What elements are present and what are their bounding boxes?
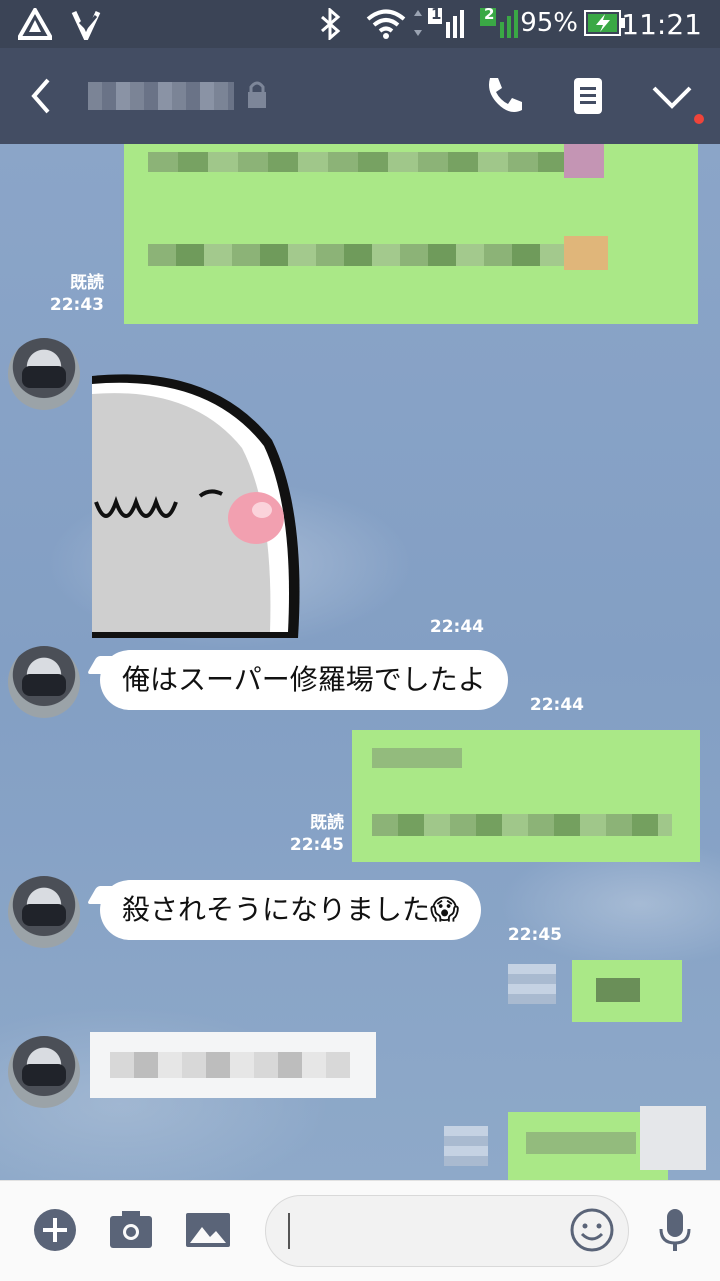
read-label: 既読	[310, 813, 344, 833]
battery-percent: 95%	[520, 8, 578, 38]
avatar[interactable]	[8, 876, 80, 948]
read-receipt: 既読 22:45	[280, 812, 344, 856]
incoming-message-pixelated[interactable]	[90, 1032, 376, 1098]
clock: 11:21	[621, 8, 702, 41]
wifi-icon	[366, 9, 406, 39]
message-input-bar	[0, 1180, 720, 1281]
alert-triangle-icon	[18, 8, 52, 40]
bluetooth-icon	[321, 8, 341, 40]
microphone-icon[interactable]	[652, 1207, 698, 1253]
sim2-label: 2	[484, 5, 495, 23]
back-chevron-icon[interactable]	[20, 68, 64, 124]
avatar[interactable]	[8, 646, 80, 718]
avatar[interactable]	[8, 1036, 80, 1108]
plus-icon[interactable]	[32, 1207, 78, 1253]
battery-charging-icon	[584, 10, 625, 36]
camera-icon[interactable]	[108, 1207, 154, 1253]
read-receipt: 既読 22:43	[40, 272, 104, 316]
incoming-message[interactable]: 俺はスーパー修羅場でしたよ	[100, 650, 508, 710]
text-cursor	[288, 1213, 290, 1249]
image-icon[interactable]	[184, 1207, 232, 1253]
message-time: 22:43	[49, 295, 104, 315]
outgoing-message-pixelated[interactable]	[124, 144, 698, 324]
sim1-label: 1	[431, 5, 442, 23]
message-time: 22:45	[289, 835, 344, 855]
phone-icon[interactable]	[480, 72, 528, 120]
message-time: 22:44	[529, 695, 584, 715]
message-input[interactable]	[265, 1195, 629, 1267]
message-time: 22:45	[507, 925, 562, 945]
read-label: 既読	[70, 273, 104, 293]
notes-icon[interactable]	[564, 72, 612, 120]
sticker-image[interactable]	[92, 370, 306, 638]
chat-title-pixelated	[88, 82, 234, 110]
bell-check-icon	[71, 10, 101, 40]
outgoing-message-pixelated[interactable]	[572, 960, 682, 1022]
chat-area[interactable]: 既読 22:43 22:44 俺はスーパー修羅場でしたよ 22:44 既読 22…	[0, 144, 720, 1180]
avatar[interactable]	[8, 338, 80, 410]
pixelated-sticker	[640, 1106, 706, 1170]
incoming-message[interactable]: 殺されそうになりました😱	[100, 880, 482, 940]
notification-dot	[694, 114, 704, 124]
pixelated-meta	[508, 964, 556, 1004]
message-time: 22:44	[429, 617, 484, 637]
outgoing-message-pixelated[interactable]	[352, 730, 700, 862]
emoji-icon[interactable]	[568, 1206, 616, 1254]
lock-icon	[248, 81, 266, 108]
pixelated-meta	[444, 1126, 488, 1166]
sticker-blob-icon	[92, 374, 300, 638]
status-bar: 1 2 95% 11:21	[0, 0, 720, 48]
chat-header	[0, 48, 720, 144]
chevron-down-icon[interactable]	[648, 72, 696, 120]
